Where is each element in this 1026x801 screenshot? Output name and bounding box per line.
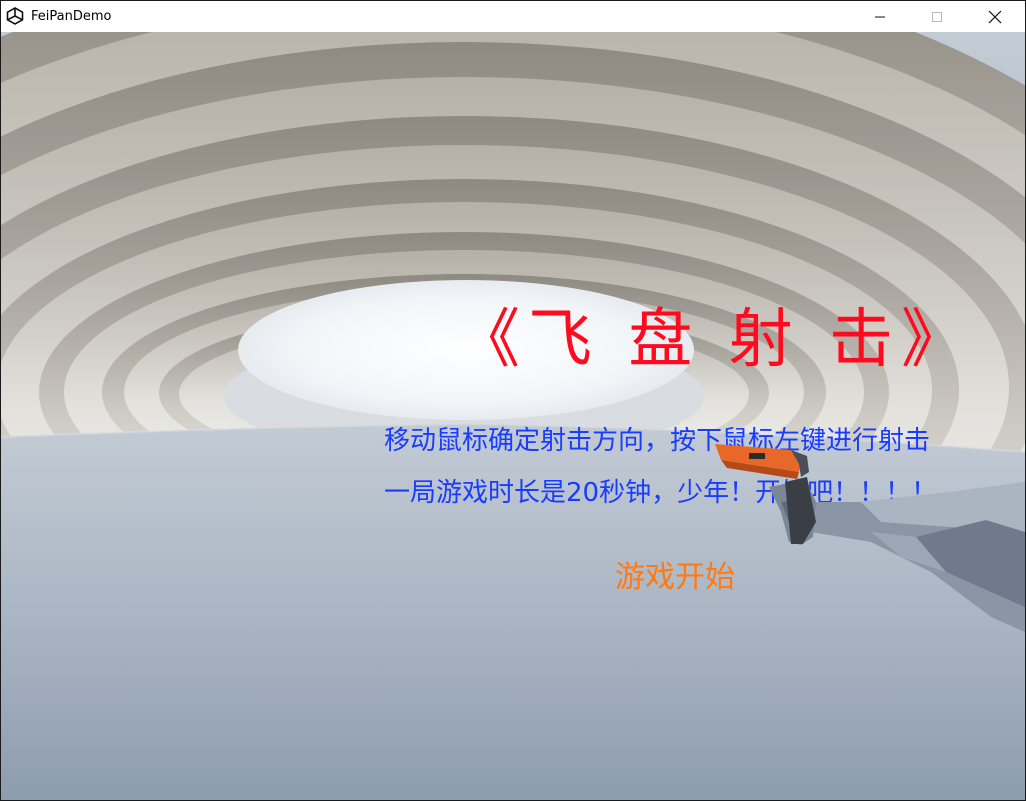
- close-button[interactable]: [972, 1, 1018, 32]
- close-icon: [988, 10, 1002, 23]
- unity-logo-icon: [6, 7, 24, 25]
- maximize-button[interactable]: [914, 1, 960, 32]
- minimize-icon: [875, 16, 885, 17]
- start-game-button[interactable]: 游戏开始: [615, 559, 735, 597]
- gun-arm-model: [715, 444, 1025, 632]
- game-viewport[interactable]: 《飞 盘 射 击》 移动鼠标确定射击方向，按下鼠标左键进行射击 一局游戏时长是2…: [1, 32, 1025, 800]
- minimize-button[interactable]: [857, 1, 903, 32]
- window-title: FeiPanDemo: [31, 9, 112, 24]
- game-window: FeiPanDemo 《飞 盘 射 击》 移动鼠标确定射击方向，按下鼠标左键进行…: [0, 0, 1026, 801]
- maximize-icon: [932, 11, 942, 22]
- title-bar[interactable]: FeiPanDemo: [1, 1, 1025, 32]
